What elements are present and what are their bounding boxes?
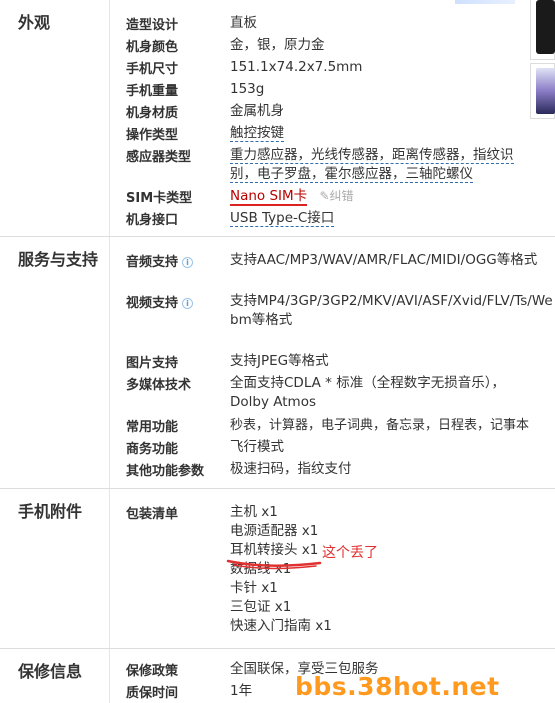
handwritten-note: 这个丢了 — [322, 545, 378, 561]
spec-label: 商务功能 — [126, 442, 179, 457]
sensor-type-value[interactable]: 重力感应器，光线传感器，距离传感器，指纹识别，电子罗盘，霍尔感应器，三轴陀螺仪 — [230, 146, 530, 184]
info-icon[interactable]: i — [182, 298, 194, 309]
spec-label-text: 音频支持 — [126, 255, 179, 270]
section-title-cell: 手机附件 — [0, 489, 110, 648]
package-item: 卡针 x1 — [230, 580, 278, 596]
section-title: 手机附件 — [18, 502, 83, 521]
spec-label: 机身接口 — [126, 213, 179, 228]
package-item: 三包证 x1 — [230, 599, 292, 615]
sim-type-link[interactable]: Nano SIM卡 — [230, 188, 308, 206]
section-title-cell: 服务与支持 — [0, 237, 110, 488]
spec-value: 金属机身 — [230, 103, 284, 119]
spec-label: 多媒体技术 — [126, 378, 192, 393]
spec-label: 机身材质 — [126, 106, 179, 121]
package-item: 主机 x1 — [230, 504, 278, 520]
site-watermark: bbs.38hot.net — [295, 672, 500, 701]
spec-label: 图片支持 — [126, 356, 179, 371]
spec-label: 保修政策 — [126, 664, 179, 679]
spec-value: 151.1x74.2x7.5mm — [230, 59, 363, 75]
spec-value: 秒表，计算器，电子词典，备忘录，日程表，记事本 — [230, 418, 530, 433]
spec-label: 视频支持 i — [126, 292, 194, 311]
interface-link[interactable]: USB Type-C接口 — [230, 210, 335, 227]
spec-label: 其他功能参数 — [126, 464, 205, 479]
spec-label: 感应器类型 — [126, 150, 192, 165]
spec-value: 极速扫码，指纹支付 — [230, 461, 352, 477]
sensor-type-link[interactable]: 重力感应器，光线传感器，距离传感器，指纹识别，电子罗盘，霍尔感应器，三轴陀螺仪 — [230, 147, 514, 183]
spec-value: 直板 — [230, 15, 257, 31]
operation-type-link[interactable]: 触控按键 — [230, 125, 284, 142]
report-error-link[interactable]: ✎纠错 — [319, 187, 353, 206]
spec-value: 153g — [230, 81, 265, 97]
spec-label-text: 视频支持 — [126, 296, 179, 311]
section-title: 保修信息 — [18, 662, 83, 681]
spec-value: Nano SIM卡 ✎纠错 — [230, 187, 555, 206]
spec-label: SIM卡类型 — [126, 191, 193, 206]
spec-value: 飞行模式 — [230, 439, 284, 455]
spec-label: 音频支持 i — [126, 251, 194, 270]
section-title: 外观 — [18, 13, 51, 32]
spec-label: 常用功能 — [126, 420, 179, 435]
package-item: 电源适配器 x1 — [230, 523, 319, 539]
spec-label: 机身颜色 — [126, 40, 179, 55]
section-title: 服务与支持 — [18, 250, 99, 269]
spec-value: 支持AAC/MP3/WAV/AMR/FLAC/MIDI/OGG等格式 — [230, 252, 538, 268]
section-title-cell: 外观 — [0, 0, 110, 236]
report-error-label: 纠错 — [329, 189, 354, 203]
spec-value: 支持JPEG等格式 — [230, 353, 329, 369]
red-underline-annotation — [226, 559, 322, 570]
spec-value: 支持MP4/3GP/3GP2/MKV/AVI/ASF/Xvid/FLV/Ts/W… — [230, 293, 553, 328]
package-item: 快速入门指南 x1 — [230, 618, 332, 634]
info-icon[interactable]: i — [182, 257, 194, 268]
spec-label: 操作类型 — [126, 128, 179, 143]
spec-label: 包装清单 — [126, 507, 179, 522]
spec-label: 手机尺寸 — [126, 62, 179, 77]
spec-value-link[interactable]: 触控按键 — [230, 124, 555, 143]
spec-label: 手机重量 — [126, 84, 179, 99]
spec-value[interactable]: USB Type-C接口 — [230, 209, 555, 228]
section-title-cell: 保修信息 — [0, 649, 110, 703]
spec-label: 质保时间 — [126, 686, 179, 701]
edit-icon: ✎ — [319, 189, 330, 203]
spec-value: 金，银，原力金 — [230, 37, 325, 53]
spec-value: 全面支持CDLA * 标准（全程数字无损音乐）， Dolby Atmos — [230, 375, 505, 410]
spec-label: 造型设计 — [126, 18, 179, 33]
